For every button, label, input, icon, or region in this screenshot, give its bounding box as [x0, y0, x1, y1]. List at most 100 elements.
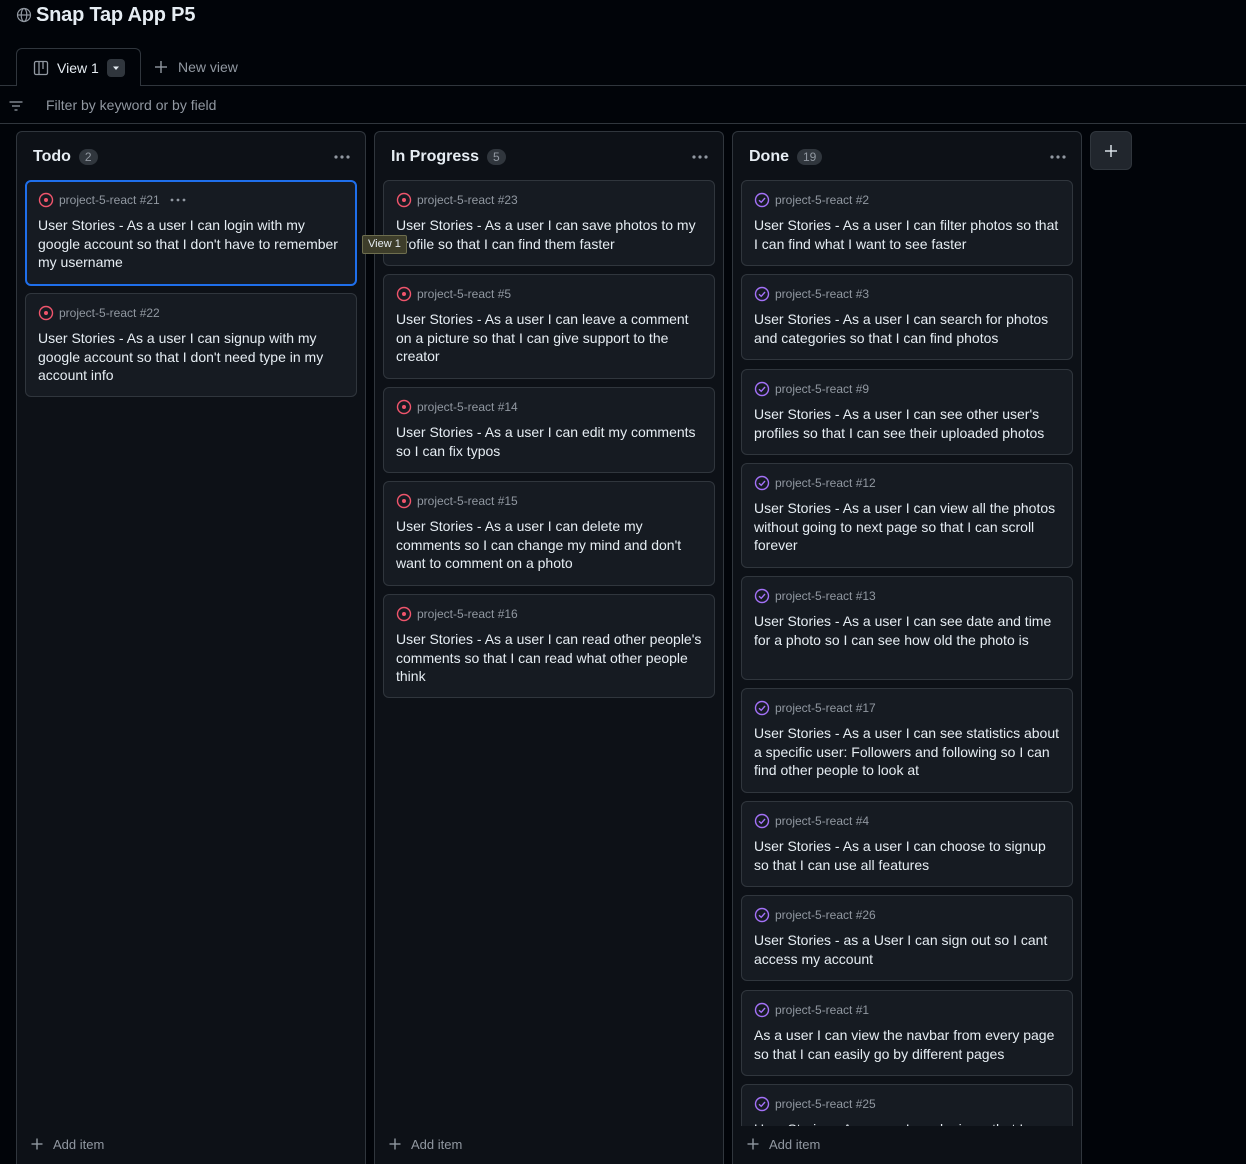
kebab-horizontal-icon — [170, 198, 186, 202]
issue-closed-icon — [754, 192, 770, 208]
issue-reference[interactable]: project-5-react #25 — [775, 1097, 876, 1111]
column-count-badge: 2 — [78, 149, 98, 165]
issue-meta: project-5-react #14 — [396, 398, 702, 416]
issue-card[interactable]: project-5-react #9 User Stories - As a us… — [741, 369, 1073, 455]
issue-open-icon — [38, 305, 54, 321]
view-tabs: View 1 New view — [0, 48, 1246, 87]
issue-closed-icon — [754, 700, 770, 716]
issue-card[interactable]: project-5-react #15 User Stories - As a u… — [383, 481, 715, 586]
filter-input[interactable]: Filter by keyword or by field — [46, 97, 216, 113]
add-item-button[interactable]: Add item — [31, 1134, 104, 1154]
issue-title[interactable]: User Stories - As a user I can see stati… — [754, 724, 1060, 780]
filter-icon — [8, 98, 24, 114]
add-item-label: Add item — [769, 1136, 821, 1152]
issue-card[interactable]: project-5-react #3 User Stories - As a us… — [741, 274, 1073, 360]
issue-card[interactable]: project-5-react #12 User Stories - As a u… — [741, 463, 1073, 568]
issue-card[interactable]: project-5-react #16 User Stories - As a u… — [383, 594, 715, 698]
issue-reference[interactable]: project-5-react #1 — [775, 1003, 869, 1017]
issue-reference[interactable]: project-5-react #17 — [775, 701, 876, 715]
issue-title[interactable]: User Stories - As a user I can filter ph… — [754, 216, 1060, 253]
issue-reference[interactable]: project-5-react #14 — [417, 400, 518, 414]
new-view-button[interactable]: New view — [154, 48, 238, 86]
issue-reference[interactable]: project-5-react #4 — [775, 814, 869, 828]
issue-reference[interactable]: project-5-react #5 — [417, 287, 511, 301]
add-item-label: Add item — [411, 1136, 463, 1152]
issue-reference[interactable]: project-5-react #3 — [775, 287, 869, 301]
issue-meta: project-5-react #23 — [396, 191, 702, 209]
project-board-app: Snap Tap App P5 View 1 New view Filter b… — [0, 0, 1246, 1164]
issue-title[interactable]: User Stories - as a User I can sign out … — [754, 931, 1060, 968]
add-column-button[interactable] — [1090, 131, 1132, 170]
issue-card[interactable]: project-5-react #2 User Stories - As a us… — [741, 180, 1073, 266]
issue-title[interactable]: User Stories - As a user I can login so … — [754, 1120, 1060, 1126]
issue-title[interactable]: User Stories - As a user I can login wit… — [38, 216, 344, 272]
issue-closed-icon — [754, 475, 770, 491]
issue-closed-icon — [754, 813, 770, 829]
issue-meta: project-5-react #4 — [754, 812, 1060, 830]
issue-meta: project-5-react #21 — [38, 191, 344, 209]
issue-reference[interactable]: project-5-react #12 — [775, 476, 876, 490]
issue-title[interactable]: User Stories - As a user I can search fo… — [754, 310, 1060, 347]
kebab-horizontal-icon — [692, 155, 708, 159]
issue-title[interactable]: User Stories - As a user I can see other… — [754, 405, 1060, 442]
issue-card[interactable]: project-5-react #1 As a user I can view t… — [741, 990, 1073, 1076]
issue-title[interactable]: As a user I can view the navbar from eve… — [754, 1026, 1060, 1063]
issue-meta: project-5-react #5 — [396, 285, 702, 303]
card-menu-button[interactable] — [169, 193, 187, 207]
column-menu-button[interactable] — [1047, 146, 1069, 168]
issue-title[interactable]: User Stories - As a user I can leave a c… — [396, 310, 702, 366]
issue-open-icon — [396, 286, 412, 302]
tab-view-1[interactable]: View 1 — [16, 48, 141, 87]
card-list: project-5-react #21 User Stories - As a u… — [25, 180, 357, 1126]
view-options-button[interactable] — [106, 58, 125, 77]
issue-title[interactable]: User Stories - As a user I can choose to… — [754, 837, 1060, 874]
issue-meta: project-5-react #13 — [754, 587, 1060, 605]
column-menu-button[interactable] — [689, 146, 711, 168]
issue-title[interactable]: User Stories - As a user I can read othe… — [396, 630, 702, 686]
issue-open-icon — [38, 192, 54, 208]
issue-title[interactable]: User Stories - As a user I can signup wi… — [38, 329, 344, 385]
add-item-button[interactable]: Add item — [389, 1134, 462, 1154]
issue-title[interactable]: User Stories - As a user I can save phot… — [396, 216, 702, 253]
issue-reference[interactable]: project-5-react #22 — [59, 306, 160, 320]
issue-meta: project-5-react #12 — [754, 474, 1060, 492]
add-item-label: Add item — [53, 1136, 105, 1152]
issue-card[interactable]: project-5-react #17 User Stories - As a u… — [741, 688, 1073, 793]
issue-card[interactable]: project-5-react #14 User Stories - As a u… — [383, 387, 715, 473]
issue-reference[interactable]: project-5-react #2 — [775, 193, 869, 207]
issue-reference[interactable]: project-5-react #15 — [417, 494, 518, 508]
add-item-button[interactable]: Add item — [747, 1134, 820, 1154]
issue-card[interactable]: project-5-react #26 User Stories - as a U… — [741, 895, 1073, 981]
issue-reference[interactable]: project-5-react #26 — [775, 908, 876, 922]
plus-icon — [1105, 144, 1117, 157]
filter-bar[interactable]: Filter by keyword or by field — [0, 87, 1246, 124]
issue-title[interactable]: User Stories - As a user I can edit my c… — [396, 423, 702, 460]
issue-reference[interactable]: project-5-react #23 — [417, 193, 518, 207]
issue-card[interactable]: project-5-react #5 User Stories - As a us… — [383, 274, 715, 379]
issue-card[interactable]: project-5-react #13 User Stories - As a u… — [741, 576, 1073, 680]
issue-open-icon — [396, 399, 412, 415]
issue-meta: project-5-react #2 — [754, 191, 1060, 209]
issue-card[interactable]: project-5-react #23 User Stories - As a u… — [383, 180, 715, 266]
plus-icon — [389, 1138, 401, 1150]
project-title-row: Snap Tap App P5 — [16, 2, 195, 28]
column-menu-button[interactable] — [331, 146, 353, 168]
issue-title[interactable]: User Stories - As a user I can see date … — [754, 612, 1060, 649]
issue-reference[interactable]: project-5-react #16 — [417, 607, 518, 621]
column-2: Done 19 project-5-react #2 User Stories - A… — [732, 131, 1082, 1164]
issue-open-icon — [396, 493, 412, 509]
issue-title[interactable]: User Stories - As a user I can view all … — [754, 499, 1060, 555]
issue-open-icon — [396, 606, 412, 622]
issue-meta: project-5-react #17 — [754, 699, 1060, 717]
column-name: In Progress — [391, 148, 480, 165]
kebab-horizontal-icon — [334, 155, 350, 159]
issue-title[interactable]: User Stories - As a user I can delete my… — [396, 517, 702, 573]
issue-reference[interactable]: project-5-react #9 — [775, 382, 869, 396]
issue-reference[interactable]: project-5-react #21 — [59, 193, 160, 207]
column-name: Todo — [33, 148, 71, 165]
issue-reference[interactable]: project-5-react #13 — [775, 589, 876, 603]
issue-card[interactable]: project-5-react #22 User Stories - As a u… — [25, 293, 357, 397]
issue-card[interactable]: project-5-react #4 User Stories - As a us… — [741, 801, 1073, 887]
issue-card[interactable]: project-5-react #21 User Stories - As a u… — [25, 180, 357, 286]
issue-card[interactable]: project-5-react #25 User Stories - As a u… — [741, 1084, 1073, 1126]
